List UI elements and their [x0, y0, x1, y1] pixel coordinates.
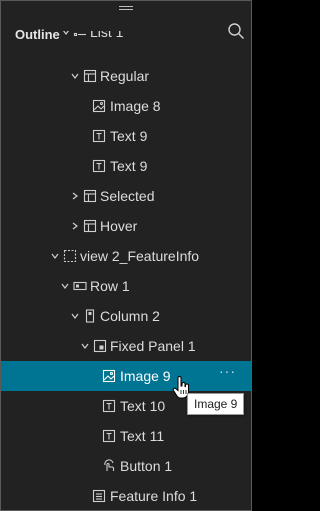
- tree-item-fixed-panel-1[interactable]: Fixed Panel 1: [1, 331, 251, 361]
- chevron-down-icon[interactable]: [60, 281, 70, 291]
- drag-handle[interactable]: [119, 6, 133, 12]
- feature-info-icon: [92, 489, 106, 503]
- state-icon: [83, 219, 97, 233]
- tree-item-label: Text 9: [110, 128, 148, 144]
- tree-item-label: Regular: [100, 68, 150, 84]
- tree-item-feature-info-1[interactable]: Feature Info 1: [1, 481, 251, 510]
- tree-item-hover-state[interactable]: Hover: [1, 211, 251, 241]
- tree-item-label: List 1: [90, 31, 124, 40]
- tree-item-view-2-featureinfo[interactable]: view 2_FeatureInfo: [1, 241, 251, 271]
- tree-item-label: Image 8: [110, 98, 161, 114]
- chevron-right-icon[interactable]: [70, 221, 80, 231]
- tree-item-label: Column 2: [100, 308, 160, 324]
- column-icon: [85, 309, 95, 323]
- tree-item-selected-state[interactable]: Selected: [1, 181, 251, 211]
- outline-panel: Outline List 1 Regular Image 8 Text 9 Te…: [0, 0, 252, 511]
- tree-item-label: Selected: [100, 188, 155, 204]
- tree-item-text-11[interactable]: Text 11: [1, 421, 251, 451]
- tree-item-button-1[interactable]: Button 1: [1, 451, 251, 481]
- tree-item-image-8[interactable]: Image 8: [1, 91, 251, 121]
- state-icon: [83, 189, 97, 203]
- text-icon: [92, 129, 106, 143]
- chevron-down-icon[interactable]: [70, 71, 80, 81]
- chevron-down-icon[interactable]: [70, 311, 80, 321]
- more-options-button[interactable]: ···: [219, 363, 236, 379]
- tree-item-label: Text 10: [120, 398, 166, 414]
- tree-item-image-9[interactable]: Image 9 ···: [1, 361, 251, 391]
- chevron-down-icon[interactable]: [50, 251, 60, 261]
- tree-item-row-1[interactable]: Row 1: [1, 271, 251, 301]
- fixed-panel-icon: [93, 339, 107, 353]
- tree-item-label: Text 9: [110, 158, 148, 174]
- chevron-down-icon[interactable]: [61, 31, 71, 37]
- list-icon: [73, 32, 86, 37]
- tree-item-label: Text 11: [120, 428, 165, 444]
- text-icon: [102, 429, 116, 443]
- tree-item-text-9[interactable]: Text 9: [1, 121, 251, 151]
- image-icon: [102, 369, 116, 383]
- tree-item-label: Hover: [100, 218, 138, 234]
- tree-item-column-2[interactable]: Column 2: [1, 301, 251, 331]
- tooltip: Image 9: [187, 393, 245, 415]
- chevron-down-icon[interactable]: [80, 341, 90, 351]
- tree-item-label: Fixed Panel 1: [110, 338, 196, 354]
- tree-item-label: Row 1: [90, 278, 130, 294]
- button-icon: [104, 459, 115, 471]
- row-icon: [73, 281, 87, 291]
- image-icon: [92, 99, 106, 113]
- tree-item-regular[interactable]: Regular: [1, 61, 251, 91]
- tree-item-label: Button 1: [120, 458, 173, 474]
- outline-tree: List 1 Regular Image 8 Text 9 Text 9 Sel…: [1, 31, 251, 510]
- view-icon: [63, 249, 77, 263]
- text-icon: [102, 399, 116, 413]
- tree-item-label: Feature Info 1: [110, 488, 198, 504]
- state-icon: [83, 69, 97, 83]
- tree-item-text-9[interactable]: Text 9: [1, 151, 251, 181]
- tree-item-list-1[interactable]: List 1: [1, 31, 251, 47]
- text-icon: [92, 159, 106, 173]
- tree-item-label: Image 9: [120, 368, 171, 384]
- tree-item-label: view 2_FeatureInfo: [80, 248, 200, 264]
- chevron-right-icon[interactable]: [70, 191, 80, 201]
